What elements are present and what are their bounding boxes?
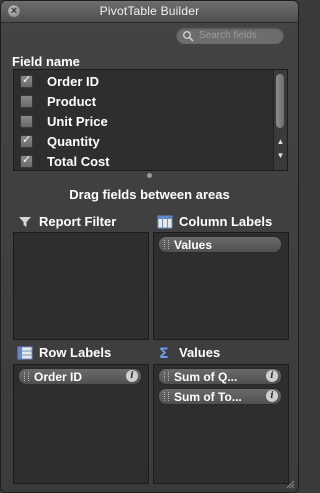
field-row-product[interactable]: Product [14,91,272,111]
column-labels-icon [157,215,173,228]
field-checkbox-quantity[interactable] [20,133,33,148]
filter-icon [19,216,31,227]
search-input[interactable] [197,29,281,42]
field-checkbox-unit-price[interactable] [20,114,33,128]
drag-grip-icon [164,392,169,401]
info-icon[interactable]: i [266,390,278,402]
field-label: Quantity [47,133,100,149]
field-checkbox-order-id[interactable] [20,73,33,88]
drag-hint-text: Drag fields between areas [69,187,230,202]
svg-text:Σ: Σ [159,346,169,360]
field-list-scrollbar[interactable]: ▲ ▼ [273,70,287,170]
column-labels-label: Column Labels [179,214,273,229]
resize-grip-icon[interactable] [285,479,295,489]
scroll-thumb[interactable] [276,74,284,128]
field-row-unit-price[interactable]: Unit Price [14,111,272,131]
column-labels-header: Column Labels [157,214,272,229]
field-checkbox-product[interactable] [20,94,33,108]
field-checkbox-total-cost[interactable] [20,153,33,168]
values-area[interactable]: Sum of Q... i Sum of To... i [153,364,289,484]
field-label: Product [47,93,97,109]
sigma-icon: Σ [159,346,169,360]
scroll-down-icon[interactable]: ▼ [275,150,286,161]
report-filter-label: Report Filter [39,214,117,229]
field-row-quantity[interactable]: Quantity [14,131,272,151]
row-labels-icon [17,346,33,359]
row-labels-label: Row Labels [39,345,112,360]
report-filter-header: Report Filter [17,214,116,229]
scroll-up-icon[interactable]: ▲ [275,136,286,147]
search-field[interactable] [176,27,284,44]
info-icon[interactable]: i [126,370,138,382]
values-header: Σ Values [157,345,220,360]
pill-label: Sum of To... [174,389,242,404]
values-pill-sum-of-total-cost[interactable]: Sum of To... i [158,388,282,405]
drag-grip-icon [24,372,29,381]
field-row-total-cost[interactable]: Total Cost [14,151,272,171]
values-pill-sum-of-quantity[interactable]: Sum of Q... i [158,368,282,385]
pivottable-builder-window: × PivotTable Builder Field name Order ID… [0,0,299,493]
field-list: Order ID Product Unit Price Quantity Tot… [13,69,288,171]
row-labels-header: Row Labels [17,345,111,360]
pill-label: Sum of Q... [174,369,238,384]
row-labels-area[interactable]: Order ID i [13,364,149,484]
field-label: Total Cost [47,153,110,169]
info-icon[interactable]: i [266,370,278,382]
column-labels-pill-values[interactable]: Values [158,236,282,253]
drag-grip-icon [164,240,169,249]
column-labels-area[interactable]: Values [153,232,289,340]
field-label: Order ID [47,73,100,89]
search-icon [183,30,194,42]
pill-label: Values [174,237,213,252]
window-title: PivotTable Builder [99,4,200,18]
title-bar[interactable]: × PivotTable Builder [1,1,298,23]
report-filter-area[interactable] [13,232,149,340]
field-name-header: Field name [12,54,80,69]
pill-label: Order ID [34,369,83,384]
splitter-handle[interactable] [147,173,152,178]
row-labels-pill-order-id[interactable]: Order ID i [18,368,142,385]
drag-grip-icon [164,372,169,381]
values-label: Values [179,345,221,360]
field-row-order-id[interactable]: Order ID [14,71,272,91]
field-label: Unit Price [47,113,108,129]
